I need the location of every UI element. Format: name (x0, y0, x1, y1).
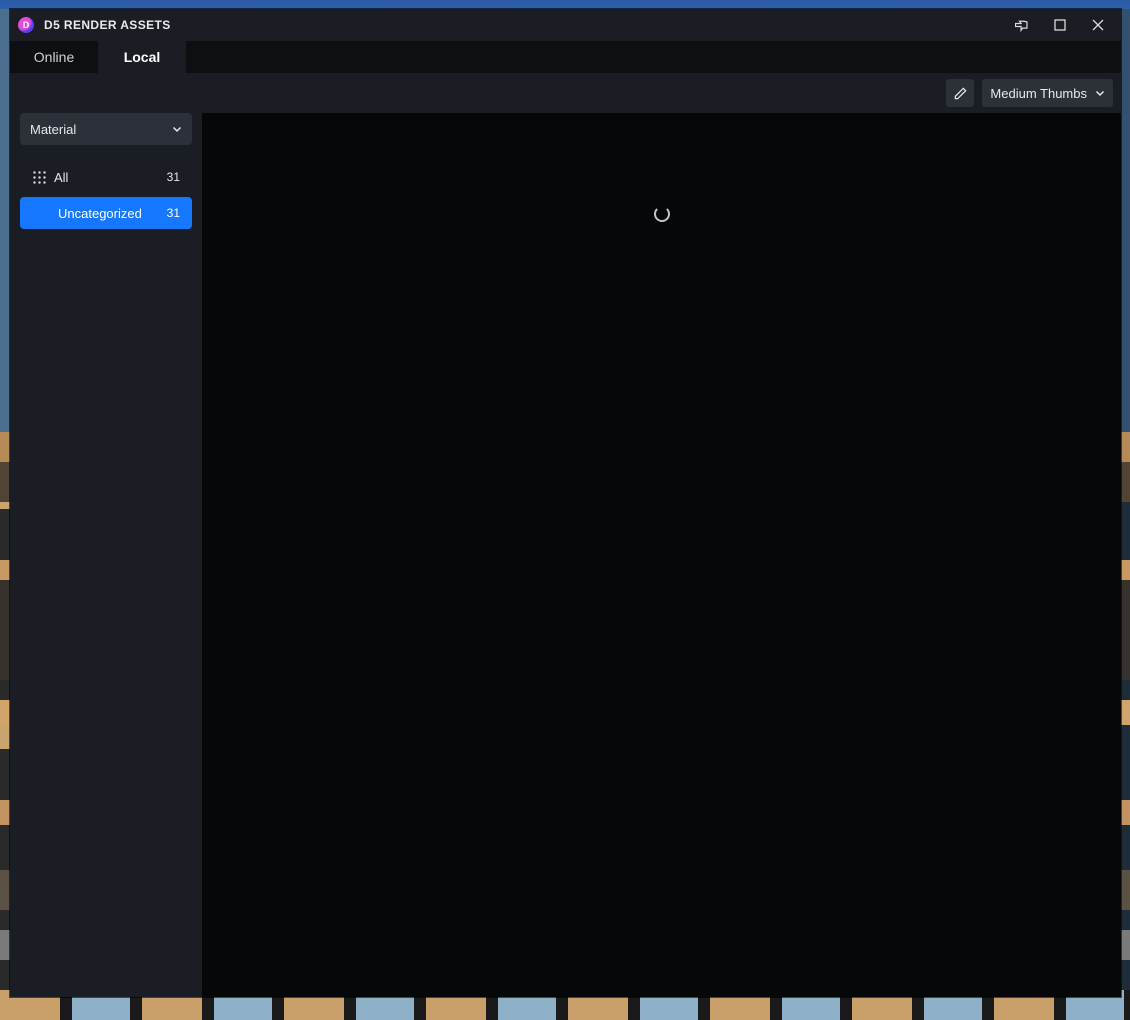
titlebar: D D5 RENDER ASSETS (10, 9, 1121, 41)
app-icon: D (18, 17, 34, 33)
sidebar-item-count: 31 (158, 170, 180, 184)
sidebar-item-all[interactable]: All 31 (20, 161, 192, 193)
close-button[interactable] (1079, 9, 1117, 41)
category-selector-label: Material (30, 122, 76, 137)
sidebar-item-label: All (54, 170, 150, 185)
main-tabs: Online Local (10, 41, 1121, 73)
chevron-down-icon (172, 124, 182, 134)
pin-icon (1015, 18, 1029, 32)
edit-button[interactable] (946, 79, 974, 107)
grid-icon (32, 170, 46, 184)
tab-label: Local (124, 49, 161, 65)
panel-body: Material All 31 Uncategorized 31 (10, 113, 1121, 997)
content-area (202, 113, 1121, 997)
pin-button[interactable] (1003, 9, 1041, 41)
window-title: D5 RENDER ASSETS (44, 18, 171, 32)
sidebar-item-uncategorized[interactable]: Uncategorized 31 (20, 197, 192, 229)
chevron-down-icon (1095, 88, 1105, 98)
sidebar-item-label: Uncategorized (58, 206, 150, 221)
thumbnail-size-dropdown[interactable]: Medium Thumbs (982, 79, 1113, 107)
tab-label: Online (34, 49, 74, 65)
sidebar: Material All 31 Uncategorized 31 (10, 113, 202, 997)
tab-online[interactable]: Online (10, 41, 98, 73)
maximize-icon (1054, 19, 1066, 31)
loading-spinner-icon (654, 206, 670, 222)
sidebar-item-count: 31 (158, 206, 180, 220)
tab-local[interactable]: Local (98, 41, 186, 73)
maximize-button[interactable] (1041, 9, 1079, 41)
close-icon (1092, 19, 1104, 31)
category-selector[interactable]: Material (20, 113, 192, 145)
assets-panel: D D5 RENDER ASSETS (10, 9, 1121, 997)
content-toolbar: Medium Thumbs (10, 73, 1121, 113)
pencil-icon (953, 86, 968, 101)
thumbnail-size-label: Medium Thumbs (990, 86, 1087, 101)
